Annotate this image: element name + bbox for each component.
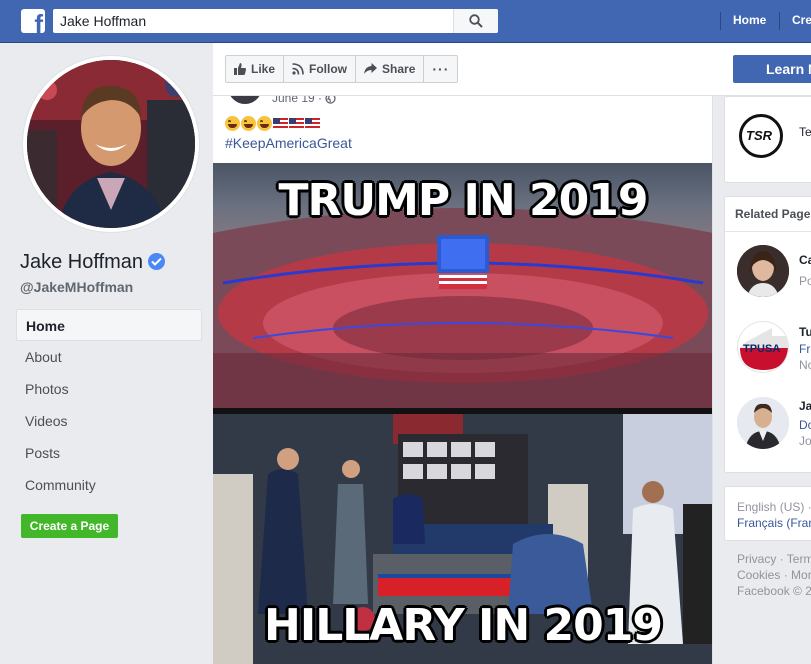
nav-item-photos[interactable]: Photos	[16, 373, 202, 405]
emoji-row	[225, 116, 320, 131]
hashtag-link[interactable]: #KeepAmericaGreat	[225, 135, 352, 151]
post-author-avatar[interactable]	[228, 96, 262, 104]
tsr-logo-text: TSR	[746, 128, 772, 143]
us-flag-icon	[273, 118, 288, 129]
tsr-logo-icon: TSR	[739, 114, 783, 158]
language-current: English (US) ·	[737, 500, 811, 514]
nav-item-about[interactable]: About	[16, 341, 202, 373]
meme-bottom-caption: HILLARY IN 2019	[264, 600, 663, 651]
post-image[interactable]: TRUMP IN 2019 HILLARY IN 2019	[213, 163, 712, 664]
learn-more-button[interactable]: Learn M	[733, 55, 811, 83]
nav-item-home[interactable]: Home	[16, 309, 202, 341]
meme-top-caption: TRUMP IN 2019	[278, 175, 649, 226]
page-actions: Like Follow Share ···	[225, 55, 459, 83]
us-flag-icon	[289, 118, 304, 129]
book-signing-photo: HILLARY IN 2019	[213, 414, 712, 664]
related-page-title[interactable]: Tu	[799, 325, 811, 339]
footer-privacy-terms[interactable]: Privacy · Terms	[737, 552, 811, 566]
arena-rally-photo: TRUMP IN 2019	[213, 163, 712, 408]
share-button[interactable]: Share	[356, 56, 425, 82]
laughing-emoji-icon	[241, 116, 256, 131]
related-page-action[interactable]: Fr	[799, 342, 810, 356]
nav-item-posts[interactable]: Posts	[16, 437, 202, 469]
related-page-avatar[interactable]	[737, 245, 789, 297]
post-timestamp[interactable]: June 19 ·	[272, 96, 322, 105]
left-nav: Home About Photos Videos Posts Community	[16, 309, 202, 501]
tpusa-logo-text: TPUSA	[743, 343, 780, 355]
related-page-meta: Jo	[799, 434, 811, 448]
page-handle[interactable]: @JakeMHoffman	[20, 279, 133, 295]
thumbs-up-icon	[234, 63, 246, 75]
top-bar: f Home Cre	[0, 0, 811, 43]
nav-home-link[interactable]: Home	[733, 13, 766, 27]
search-input[interactable]	[53, 9, 453, 33]
related-pages-header: Related Pages	[735, 207, 811, 221]
page-title: Jake Hoffman	[20, 251, 144, 273]
more-dots-icon: ···	[432, 61, 450, 77]
laughing-emoji-icon	[257, 116, 272, 131]
globe-icon	[325, 96, 336, 104]
sponsor-card[interactable]: TSR Te	[724, 96, 811, 183]
share-arrow-icon	[364, 63, 378, 74]
follow-button[interactable]: Follow	[284, 56, 357, 82]
related-page-meta: No	[799, 358, 811, 372]
nav-item-community[interactable]: Community	[16, 469, 202, 501]
search-box[interactable]	[53, 9, 498, 33]
profile-photo	[27, 60, 195, 228]
more-options-button[interactable]: ···	[424, 56, 457, 82]
search-button[interactable]	[453, 9, 498, 33]
share-label: Share	[382, 62, 416, 76]
like-label: Like	[251, 62, 276, 76]
us-flag-icon	[305, 118, 320, 129]
post-card: June 19 · #KeepAmericaGreat TRUMP IN 201…	[213, 96, 713, 664]
nav-divider	[720, 12, 721, 30]
language-card: English (US) · Français (Fran	[724, 486, 811, 541]
footer-copyright: Facebook © 2	[737, 584, 811, 598]
rss-follow-icon	[292, 63, 304, 75]
nav-create-link[interactable]: Cre	[792, 13, 811, 27]
related-pages-card: Related Pages Ca Po TPUSA Tu Fr No Ja Do…	[724, 196, 811, 473]
action-bar: Like Follow Share ··· Learn M	[213, 43, 811, 96]
footer-cookies-more[interactable]: Cookies · More	[737, 568, 811, 582]
related-page-title[interactable]: Ja	[799, 399, 811, 413]
related-page-title[interactable]: Ca	[799, 253, 811, 267]
search-icon	[469, 14, 483, 28]
like-button[interactable]: Like	[226, 56, 285, 82]
verified-badge-icon	[148, 253, 165, 270]
follow-label: Follow	[309, 62, 348, 76]
laughing-emoji-icon	[225, 116, 240, 131]
nav-item-videos[interactable]: Videos	[16, 405, 202, 437]
tpusa-logo-icon[interactable]: TPUSA	[737, 321, 789, 373]
sponsor-name[interactable]: Te	[799, 125, 811, 139]
language-option-french[interactable]: Français (Fran	[737, 516, 811, 530]
related-page-avatar[interactable]	[737, 397, 789, 449]
divider	[725, 231, 811, 232]
create-page-button[interactable]: Create a Page	[21, 514, 118, 538]
related-page-action[interactable]: Do	[799, 418, 811, 432]
related-page-category: Po	[799, 274, 811, 288]
facebook-logo-icon[interactable]: f	[21, 9, 45, 33]
profile-avatar[interactable]	[23, 56, 199, 232]
nav-divider	[779, 12, 780, 30]
